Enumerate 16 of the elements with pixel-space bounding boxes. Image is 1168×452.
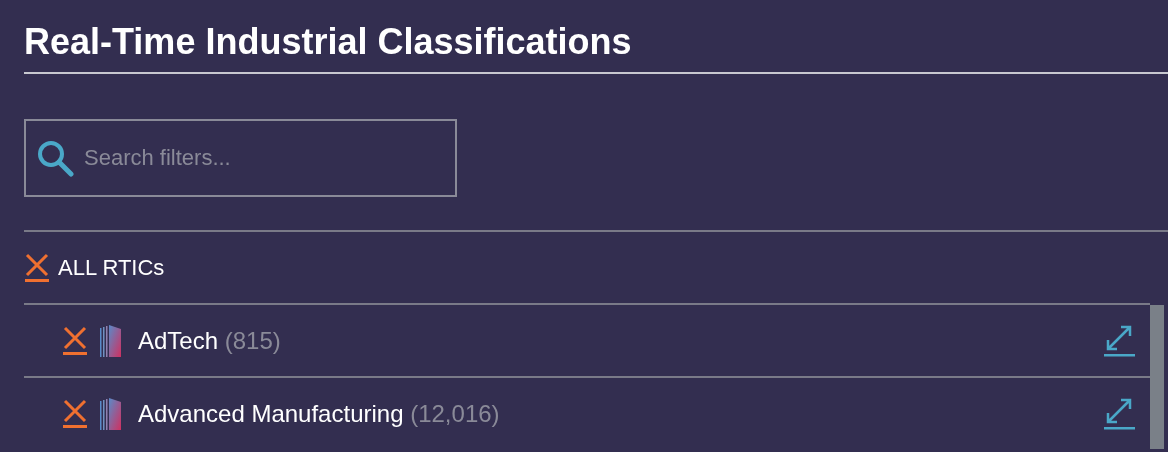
building-icon [100, 324, 122, 357]
remove-icon[interactable] [24, 252, 50, 283]
remove-icon[interactable] [62, 398, 88, 429]
category-count: (815) [224, 326, 281, 354]
category-name: AdTech [138, 326, 219, 354]
filter-label: ALL RTICs [58, 254, 165, 282]
category-count: (12,016) [410, 399, 500, 427]
expand-icon[interactable] [1104, 324, 1136, 357]
category-name: Advanced Manufacturing [138, 399, 404, 427]
scrollbar[interactable] [1150, 305, 1164, 449]
expand-icon[interactable] [1104, 397, 1136, 430]
search-field[interactable]: Search filters... [24, 119, 457, 197]
building-icon [100, 397, 122, 430]
page-title: Real-Time Industrial Classifications [24, 20, 633, 64]
search-icon [36, 139, 74, 177]
remove-icon[interactable] [62, 325, 88, 356]
